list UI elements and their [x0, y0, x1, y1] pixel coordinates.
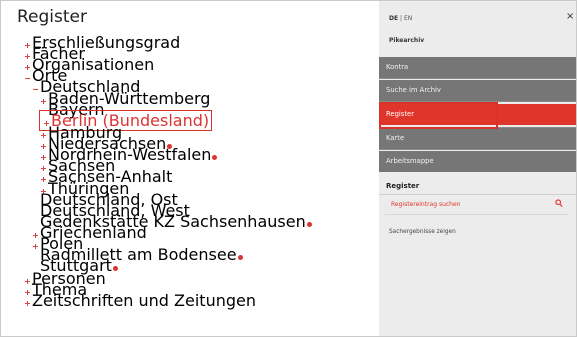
register-search-input[interactable]: Registereintrag suchen [385, 198, 569, 215]
divider [379, 194, 576, 195]
info-icon[interactable] [306, 222, 312, 227]
lang-de-link[interactable]: DE [389, 15, 398, 22]
register-menu-highlight [379, 102, 498, 129]
search-icon[interactable] [555, 199, 563, 209]
side-panel: DE | EN × Pikearchiv Kontra Suche im Arc… [379, 1, 576, 336]
menu-item-arbeitsmappe[interactable]: Arbeitsmappe [379, 151, 576, 172]
menu-item-karte[interactable]: Karte [379, 128, 576, 149]
menu-divider [379, 149, 576, 150]
register-window: Register +Erschließungsgrad +Fächer +Organ… [0, 0, 577, 337]
lang-separator: | [400, 15, 403, 22]
sachergebnisse-toggle[interactable]: Sachergebnisse zeigen [389, 229, 456, 235]
menu-divider [379, 78, 576, 79]
expand-icon[interactable]: + [23, 298, 32, 309]
tree-item-label: Zeitschriften und Zeitungen [32, 291, 256, 310]
language-switcher: DE | EN [389, 15, 412, 22]
info-icon[interactable] [237, 255, 243, 260]
tree-item[interactable]: +Zeitschriften und Zeitungen [23, 293, 256, 309]
menu-item-kontra[interactable]: Kontra [379, 57, 576, 78]
info-icon[interactable] [112, 266, 118, 271]
register-heading: Register [386, 182, 420, 190]
lang-en-link[interactable]: EN [404, 15, 412, 22]
page-title: Register [17, 7, 87, 27]
archive-name: Pikearchiv [389, 37, 425, 44]
register-tree-panel: Register +Erschließungsgrad +Fächer +Organ… [1, 1, 379, 336]
search-placeholder: Registereintrag suchen [391, 201, 461, 208]
menu-item-suche-im-archiv[interactable]: Suche im Archiv [379, 80, 576, 101]
close-icon[interactable]: × [566, 11, 574, 22]
info-icon[interactable] [212, 155, 218, 160]
